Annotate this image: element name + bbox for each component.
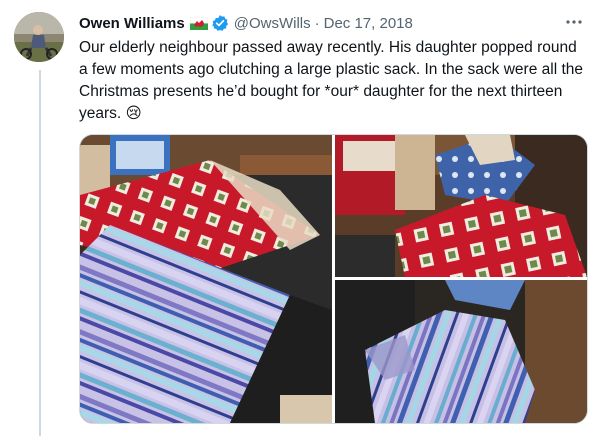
more-icon[interactable] <box>563 12 585 32</box>
tweet-text: Our elderly neighbour passed away recent… <box>79 39 583 122</box>
handle[interactable]: @OwsWills <box>234 15 311 32</box>
tweet-header: Owen Williams @OwsWills · Dec 17, 2018 <box>79 12 585 34</box>
thread-line <box>39 70 41 436</box>
tweet-date[interactable]: Dec 17, 2018 <box>324 15 413 32</box>
avatar[interactable] <box>14 12 64 62</box>
photo-presents-2[interactable] <box>335 135 587 277</box>
welsh-flag-icon <box>189 16 208 30</box>
verified-badge-icon <box>211 14 229 32</box>
display-name[interactable]: Owen Williams <box>79 15 185 32</box>
separator-dot: · <box>314 14 320 32</box>
media-grid <box>79 134 588 424</box>
photo-presents-3[interactable] <box>335 280 587 423</box>
photo-presents-1[interactable] <box>80 135 332 423</box>
